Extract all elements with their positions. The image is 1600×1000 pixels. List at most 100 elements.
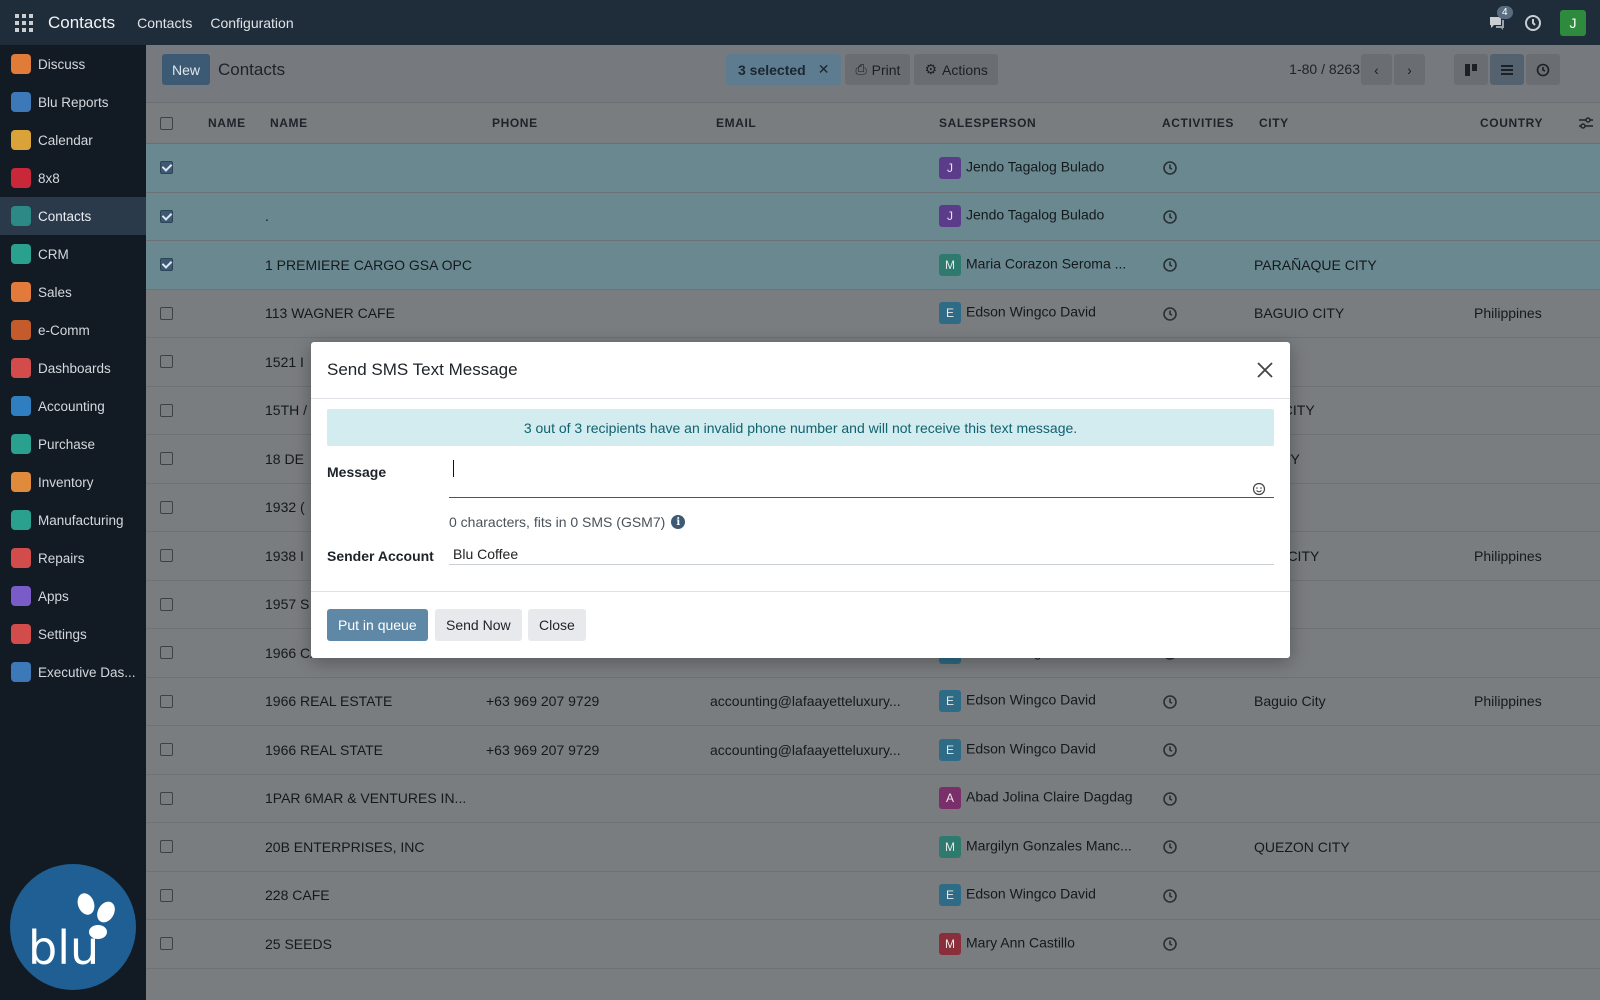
activity-clock-icon[interactable]	[1162, 160, 1178, 176]
row-checkbox[interactable]	[160, 258, 173, 271]
activity-clock-icon[interactable]	[1162, 888, 1178, 904]
select-all-checkbox[interactable]	[160, 117, 173, 130]
table-header: NAME NAME PHONE EMAIL SALESPERSON ACTIVI…	[146, 103, 1600, 144]
emoji-picker-icon[interactable]	[1252, 482, 1266, 496]
col-header-name-1[interactable]: NAME	[208, 116, 246, 130]
kanban-view-button[interactable]	[1454, 54, 1488, 85]
col-header-activities[interactable]: ACTIVITIES	[1162, 116, 1234, 130]
sidebar-item-blu-reports[interactable]: Blu Reports	[0, 83, 146, 121]
sidebar-item-purchase[interactable]: Purchase	[0, 425, 146, 463]
row-checkbox[interactable]	[160, 888, 173, 902]
sidebar-item-calendar[interactable]: Calendar	[0, 121, 146, 159]
col-header-phone[interactable]: PHONE	[492, 116, 538, 130]
close-icon[interactable]	[1256, 361, 1274, 379]
row-checkbox[interactable]	[160, 161, 173, 174]
dialog-title: Send SMS Text Message	[327, 360, 518, 379]
sidebar-item-apps[interactable]: Apps	[0, 577, 146, 615]
col-header-name-2[interactable]: NAME	[270, 116, 308, 130]
sidebar-item-8x8[interactable]: 8x8	[0, 159, 146, 197]
sidebar-item-executive-das[interactable]: Executive Das...	[0, 653, 146, 691]
cell-salesperson: J Jendo Tagalog Bulado	[939, 205, 1104, 228]
sidebar-item-e-comm[interactable]: e-Comm	[0, 311, 146, 349]
col-header-salesperson[interactable]: SALESPERSON	[939, 116, 1036, 130]
row-checkbox[interactable]	[160, 500, 173, 514]
sidebar-item-discuss[interactable]: Discuss	[0, 45, 146, 83]
activity-clock-icon[interactable]	[1524, 14, 1542, 32]
activity-clock-icon[interactable]	[1162, 742, 1178, 758]
menu-configuration[interactable]: Configuration	[210, 15, 293, 31]
col-header-email[interactable]: EMAIL	[716, 116, 756, 130]
close-button[interactable]: Close	[528, 609, 586, 641]
sidebar-item-settings[interactable]: Settings	[0, 615, 146, 653]
sidebar-item-accounting[interactable]: Accounting	[0, 387, 146, 425]
message-textarea[interactable]	[449, 456, 1274, 498]
row-checkbox[interactable]	[160, 694, 173, 708]
sidebar-item-contacts[interactable]: Contacts	[0, 197, 146, 235]
table-row[interactable]: 20B ENTERPRISES, INC M Margilyn Gonzales M…	[146, 823, 1600, 872]
row-checkbox[interactable]	[160, 597, 173, 611]
column-settings-icon[interactable]	[1578, 116, 1594, 130]
row-checkbox[interactable]	[160, 403, 173, 417]
pager-previous-button[interactable]: ‹	[1361, 54, 1392, 85]
col-header-city[interactable]: CITY	[1259, 116, 1289, 130]
new-button[interactable]: New	[162, 54, 211, 85]
col-header-country[interactable]: COUNTRY	[1480, 116, 1543, 130]
row-checkbox[interactable]	[160, 209, 173, 223]
salesperson-name: Abad Jolina Claire Dagdag	[966, 788, 1133, 805]
activity-clock-icon[interactable]	[1162, 306, 1178, 322]
row-checkbox[interactable]	[160, 306, 173, 320]
table-row[interactable]: 113 WAGNER CAFE E Edson Wingco David BAGUIO…	[146, 290, 1600, 338]
activity-clock-icon[interactable]	[1162, 936, 1178, 952]
message-label: Message	[327, 464, 387, 480]
activity-clock-icon[interactable]	[1162, 209, 1178, 225]
row-checkbox[interactable]	[160, 743, 173, 756]
sidebar-item-repairs[interactable]: Repairs	[0, 539, 146, 577]
row-checkbox[interactable]	[160, 791, 173, 805]
app-grid-icon[interactable]	[12, 11, 36, 35]
table-row[interactable]: 1 PREMIERE CARGO GSA OPC M Maria Corazon S…	[146, 241, 1600, 290]
info-icon[interactable]: i	[671, 515, 686, 529]
send-now-button[interactable]: Send Now	[435, 609, 522, 641]
activity-clock-icon[interactable]	[1162, 791, 1178, 807]
salesperson-name: Jendo Tagalog Bulado	[966, 158, 1105, 175]
list-view-button[interactable]	[1490, 54, 1524, 85]
salesperson-avatar: E	[939, 302, 961, 325]
sidebar-item-sales[interactable]: Sales	[0, 273, 146, 311]
table-row[interactable]: 1966 REAL ESTATE +63 969 207 9729 accounti…	[146, 678, 1600, 726]
sidebar-item-inventory[interactable]: Inventory	[0, 463, 146, 501]
table-row[interactable]: 1PAR 6MAR & VENTURES IN... A Abad Jolina C…	[146, 775, 1600, 823]
sidebar-item-manufacturing[interactable]: Manufacturing	[0, 501, 146, 539]
row-checkbox[interactable]	[160, 937, 173, 950]
table-row[interactable]: 1966 REAL STATE +63 969 207 9729 accountin…	[146, 726, 1600, 775]
menu-contacts[interactable]: Contacts	[137, 15, 192, 31]
put-in-queue-button[interactable]: Put in queue	[327, 609, 428, 641]
row-checkbox[interactable]	[160, 549, 173, 562]
sidebar-item-label: Dashboards	[38, 360, 111, 376]
activity-clock-icon[interactable]	[1162, 257, 1178, 273]
table-row[interactable]: J Jendo Tagalog Bulado	[146, 144, 1600, 193]
user-avatar[interactable]: J	[1560, 9, 1586, 36]
cell-name: 1966 REAL STATE	[265, 741, 384, 758]
chat-icon[interactable]: 4	[1488, 5, 1513, 31]
activity-clock-icon[interactable]	[1162, 839, 1178, 855]
row-checkbox[interactable]	[160, 646, 173, 659]
activity-clock-icon[interactable]	[1162, 694, 1178, 710]
row-checkbox[interactable]	[160, 840, 173, 853]
pager-value[interactable]: 1-80 / 8263	[1289, 61, 1360, 77]
table-row[interactable]: . J Jendo Tagalog Bulado	[146, 192, 1600, 241]
sidebar-item-dashboards[interactable]: Dashboards	[0, 349, 146, 387]
app-title[interactable]: Contacts	[48, 13, 115, 33]
clear-selection-icon[interactable]: ✕	[818, 61, 830, 78]
row-checkbox[interactable]	[160, 355, 173, 368]
cell-salesperson: E Edson Wingco David	[939, 738, 1096, 761]
table-row[interactable]: 25 SEEDS M Mary Ann Castillo	[146, 920, 1600, 969]
actions-button[interactable]: ⚙ Actions	[914, 54, 998, 85]
pager-next-button[interactable]: ›	[1394, 54, 1425, 85]
print-button[interactable]: ⎙ Print	[845, 54, 911, 85]
sidebar-item-crm[interactable]: CRM	[0, 235, 146, 273]
table-row[interactable]: 228 CAFE E Edson Wingco David	[146, 872, 1600, 920]
discuss-icon	[11, 54, 31, 74]
sender-account-field[interactable]: Blu Coffee	[449, 539, 1274, 565]
row-checkbox[interactable]	[160, 452, 173, 465]
activity-view-button[interactable]	[1526, 54, 1560, 85]
